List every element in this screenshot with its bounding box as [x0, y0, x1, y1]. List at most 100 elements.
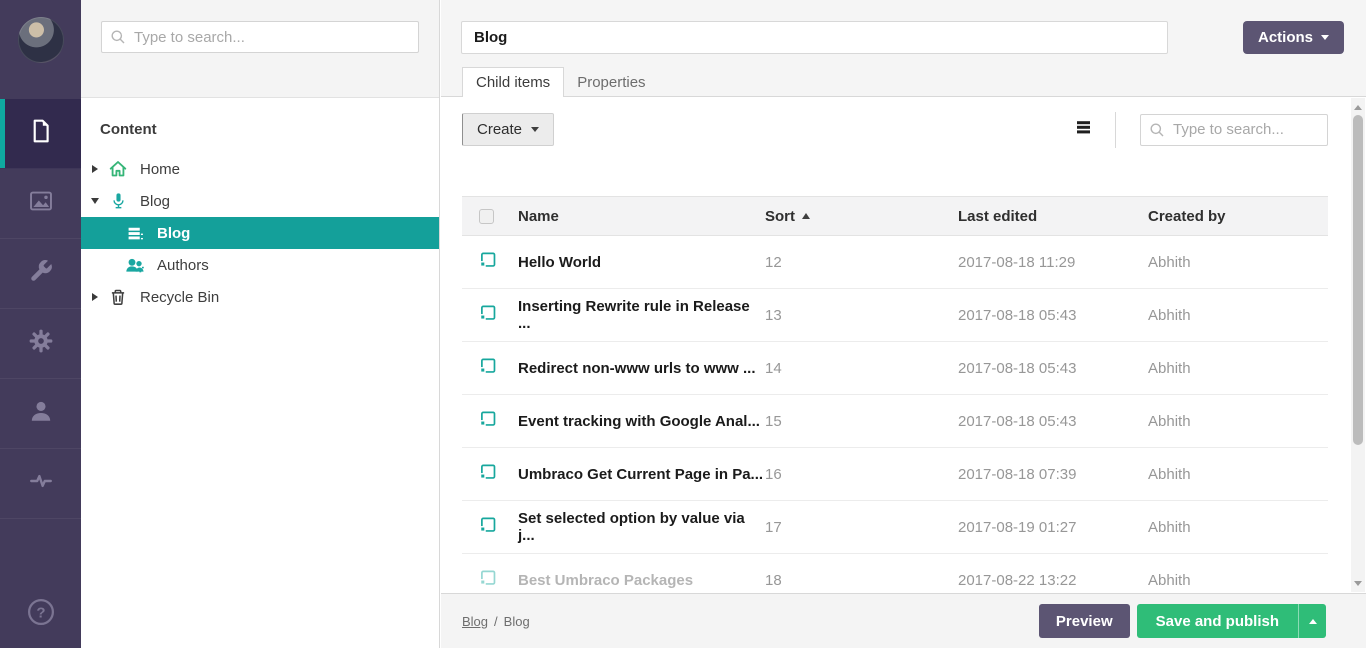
cell-last-edited: 2017-08-22 13:22 [958, 572, 1148, 589]
table-header-row: Name Sort Last edited Created by [462, 196, 1328, 236]
content-note-icon [479, 410, 497, 432]
scroll-up-arrow-icon[interactable] [1351, 100, 1365, 114]
sidebar-item-media[interactable] [0, 169, 81, 239]
document-title-input[interactable] [461, 21, 1168, 54]
table-row[interactable]: Event tracking with Google Anal... 15 20… [462, 395, 1328, 448]
tree-item-blog-child-selected[interactable]: Blog [81, 217, 439, 249]
avatar[interactable] [18, 17, 64, 63]
tree-item-recycle-bin[interactable]: Recycle Bin [81, 281, 439, 313]
preview-button[interactable]: Preview [1039, 604, 1130, 638]
column-header-sort[interactable]: Sort [765, 208, 958, 225]
column-header-last-edited[interactable]: Last edited [958, 208, 1148, 225]
microphone-icon [107, 192, 129, 211]
content-note-icon [479, 569, 497, 591]
tab-properties[interactable]: Properties [564, 68, 658, 97]
table-row[interactable]: Umbraco Get Current Page in Pa... 16 201… [462, 448, 1328, 501]
cell-sort: 15 [765, 413, 958, 430]
cell-sort: 18 [765, 572, 958, 589]
tree-search-input[interactable] [101, 21, 419, 53]
scroll-down-arrow-icon[interactable] [1351, 576, 1365, 590]
caret-right-icon[interactable] [92, 165, 98, 173]
breadcrumb-parent-link[interactable]: Blog [462, 614, 488, 629]
cell-name: Best Umbraco Packages [518, 572, 765, 589]
content-note-icon [479, 516, 497, 538]
save-options-toggle[interactable] [1298, 604, 1326, 638]
column-header-name[interactable]: Name [518, 208, 765, 225]
vertical-scrollbar[interactable] [1351, 98, 1365, 592]
cell-last-edited: 2017-08-18 05:43 [958, 307, 1148, 324]
save-and-publish-button[interactable]: Save and publish [1137, 604, 1298, 638]
tree-item-label: Blog [157, 225, 190, 242]
sidebar-item-content[interactable] [0, 99, 81, 169]
tree-panel: Content Home Blog Blog [81, 0, 440, 648]
list-icon [124, 225, 146, 242]
column-header-created-by[interactable]: Created by [1148, 208, 1328, 225]
gear-icon [28, 328, 54, 359]
avatar-zone [0, 0, 81, 99]
cell-last-edited: 2017-08-18 11:29 [958, 254, 1148, 271]
select-all-checkbox[interactable] [479, 209, 494, 224]
sidebar-item-settings[interactable] [0, 239, 81, 309]
cell-last-edited: 2017-08-18 05:43 [958, 360, 1148, 377]
actions-button-label: Actions [1258, 29, 1313, 46]
pulse-icon [28, 468, 54, 499]
sidebar-item-health[interactable] [0, 449, 81, 519]
cell-created-by: Abhith [1148, 466, 1328, 483]
create-button[interactable]: Create [462, 113, 554, 146]
caret-right-icon[interactable] [92, 293, 98, 301]
layout-list-button[interactable] [1076, 119, 1091, 140]
table-row[interactable]: Inserting Rewrite rule in Release ... 13… [462, 289, 1328, 342]
tree-item-label: Recycle Bin [140, 289, 219, 306]
list-toolbar: Create [462, 113, 1328, 146]
actions-button[interactable]: Actions [1243, 21, 1344, 54]
breadcrumb-current: Blog [504, 614, 530, 629]
table-row[interactable]: Redirect non-www urls to www ... 14 2017… [462, 342, 1328, 395]
cell-sort: 16 [765, 466, 958, 483]
question-icon: ? [26, 597, 56, 632]
tree-item-blog[interactable]: Blog [81, 185, 439, 217]
tab-content-child-items: Create [441, 98, 1366, 592]
cell-last-edited: 2017-08-19 01:27 [958, 519, 1148, 536]
help-button[interactable]: ? [0, 597, 81, 632]
content-note-icon [479, 251, 497, 273]
people-icon [124, 256, 146, 274]
tree-item-home[interactable]: Home [81, 153, 439, 185]
cell-created-by: Abhith [1148, 307, 1328, 324]
table-row[interactable]: Set selected option by value via j... 17… [462, 501, 1328, 554]
table-row[interactable]: Best Umbraco Packages 18 2017-08-22 13:2… [462, 554, 1328, 592]
list-layout-icon [1076, 119, 1091, 140]
scrollbar-thumb[interactable] [1353, 115, 1363, 445]
cell-name: Hello World [518, 254, 765, 271]
breadcrumb-separator: / [494, 614, 498, 629]
tree-item-label: Authors [157, 257, 209, 274]
sidebar-item-users[interactable] [0, 379, 81, 449]
tab-child-items[interactable]: Child items [462, 67, 564, 97]
editor-footer: Blog / Blog Preview Save and publish [441, 593, 1366, 648]
home-icon [107, 159, 129, 179]
svg-text:?: ? [36, 604, 45, 621]
toolbar-divider [1115, 112, 1116, 148]
save-split-button: Save and publish [1137, 604, 1326, 638]
list-search-input[interactable] [1140, 114, 1328, 146]
column-header-sort-label: Sort [765, 208, 795, 225]
cell-created-by: Abhith [1148, 519, 1328, 536]
content-note-icon [479, 357, 497, 379]
search-icon [110, 29, 126, 50]
tree-item-authors[interactable]: Authors [81, 249, 439, 281]
document-icon [28, 118, 54, 149]
content-note-icon [479, 463, 497, 485]
image-icon [28, 188, 54, 219]
child-items-table: Name Sort Last edited Created by [462, 196, 1328, 592]
cell-name: Inserting Rewrite rule in Release ... [518, 298, 765, 332]
caret-down-icon[interactable] [91, 198, 99, 204]
create-button-label: Create [477, 121, 522, 138]
app-sidebar: ? [0, 0, 81, 648]
editor-panel: Actions Child items Properties Create [441, 0, 1366, 648]
chevron-up-icon [1309, 619, 1317, 624]
cell-created-by: Abhith [1148, 254, 1328, 271]
cell-name: Umbraco Get Current Page in Pa... [518, 466, 765, 483]
search-icon [1149, 122, 1165, 143]
table-row[interactable]: Hello World 12 2017-08-18 11:29 Abhith [462, 236, 1328, 289]
sidebar-item-developer[interactable] [0, 309, 81, 379]
chevron-down-icon [531, 127, 539, 132]
